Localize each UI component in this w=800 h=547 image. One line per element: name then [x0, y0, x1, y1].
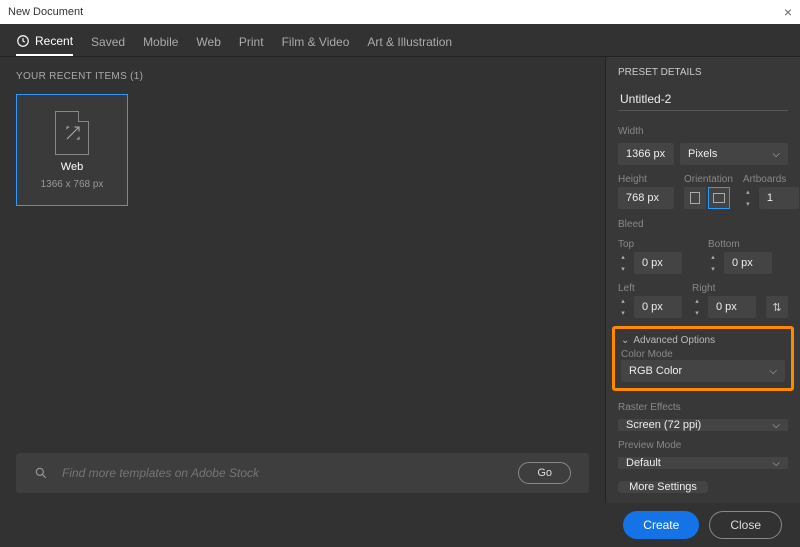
bleed-right-stepper[interactable]: ▴▾	[692, 296, 702, 318]
window-title: New Document	[8, 6, 83, 18]
color-mode-label: Color Mode	[621, 349, 785, 360]
width-input[interactable]	[618, 143, 674, 165]
preset-details-panel: PRESET DETAILS Width Pixels ⌵ Height Ori…	[605, 57, 800, 503]
raster-effects-label: Raster Effects	[618, 402, 788, 413]
width-label: Width	[618, 126, 788, 137]
bleed-bottom-label: Bottom	[708, 239, 788, 250]
bleed-left-stepper[interactable]: ▴▾	[618, 296, 628, 318]
document-name-input[interactable]	[618, 88, 788, 111]
stock-go-button[interactable]: Go	[518, 462, 571, 484]
preset-dimensions: 1366 x 768 px	[41, 179, 104, 190]
titlebar: New Document ×	[0, 0, 800, 24]
bleed-label: Bleed	[618, 219, 788, 230]
close-button[interactable]: Close	[709, 511, 782, 539]
artboards-label: Artboards	[743, 174, 799, 185]
create-button[interactable]: Create	[623, 511, 699, 539]
tab-art-illustration[interactable]: Art & Illustration	[367, 31, 452, 55]
bleed-top-stepper[interactable]: ▴▾	[618, 252, 628, 274]
preview-mode-label: Preview Mode	[618, 440, 788, 451]
orientation-portrait[interactable]	[684, 187, 706, 209]
recent-items-heading: YOUR RECENT ITEMS (1)	[16, 71, 589, 82]
chevron-down-icon: ⌵	[769, 366, 777, 377]
more-settings-button[interactable]: More Settings	[618, 481, 708, 493]
tab-saved[interactable]: Saved	[91, 31, 125, 55]
preset-name: Web	[61, 161, 83, 173]
bleed-left-label: Left	[618, 283, 682, 294]
tab-mobile[interactable]: Mobile	[143, 31, 178, 55]
preview-mode-select[interactable]: Default ⌵	[618, 457, 788, 469]
bleed-left-input[interactable]	[634, 296, 682, 318]
tab-web[interactable]: Web	[196, 31, 220, 55]
orientation-landscape[interactable]	[708, 187, 730, 209]
document-icon	[55, 111, 89, 155]
height-input[interactable]	[618, 187, 674, 209]
tab-film-video[interactable]: Film & Video	[282, 31, 350, 55]
chevron-down-icon: ⌄	[621, 335, 629, 346]
clock-icon	[16, 34, 30, 48]
bleed-top-input[interactable]	[634, 252, 682, 274]
bleed-bottom-stepper[interactable]: ▴▾	[708, 252, 718, 274]
category-tabs: Recent Saved Mobile Web Print Film & Vid…	[0, 24, 800, 57]
bleed-right-label: Right	[692, 283, 756, 294]
preset-card-web[interactable]: Web 1366 x 768 px	[16, 94, 128, 206]
artboards-stepper[interactable]: ▴▾	[743, 187, 753, 209]
search-icon	[34, 466, 48, 480]
chevron-down-icon: ⌵	[772, 458, 780, 469]
preset-details-heading: PRESET DETAILS	[618, 67, 788, 78]
dialog-footer: Create Close	[0, 503, 800, 547]
advanced-options-highlight: ⌄ Advanced Options Color Mode RGB Color …	[612, 326, 794, 391]
color-mode-select[interactable]: RGB Color ⌵	[621, 360, 785, 382]
units-select[interactable]: Pixels ⌵	[680, 143, 788, 165]
orientation-label: Orientation	[684, 174, 733, 185]
bleed-bottom-input[interactable]	[724, 252, 772, 274]
bleed-top-label: Top	[618, 239, 698, 250]
close-icon[interactable]: ×	[784, 4, 792, 20]
tab-recent[interactable]: Recent	[16, 30, 73, 56]
raster-effects-select[interactable]: Screen (72 ppi) ⌵	[618, 419, 788, 431]
bleed-right-input[interactable]	[708, 296, 756, 318]
artboards-input[interactable]	[759, 187, 799, 209]
advanced-options-toggle[interactable]: ⌄ Advanced Options	[621, 335, 785, 346]
tab-recent-label: Recent	[35, 34, 73, 48]
chevron-down-icon: ⌵	[772, 420, 780, 431]
link-bleed-icon[interactable]: ⇅	[766, 296, 788, 318]
stock-search-input[interactable]	[62, 466, 504, 480]
tab-print[interactable]: Print	[239, 31, 264, 55]
preset-gallery: YOUR RECENT ITEMS (1) Web 1366 x 768 px …	[0, 57, 605, 503]
chevron-down-icon: ⌵	[772, 149, 780, 160]
stock-search-bar: Go	[16, 453, 589, 493]
height-label: Height	[618, 174, 674, 185]
